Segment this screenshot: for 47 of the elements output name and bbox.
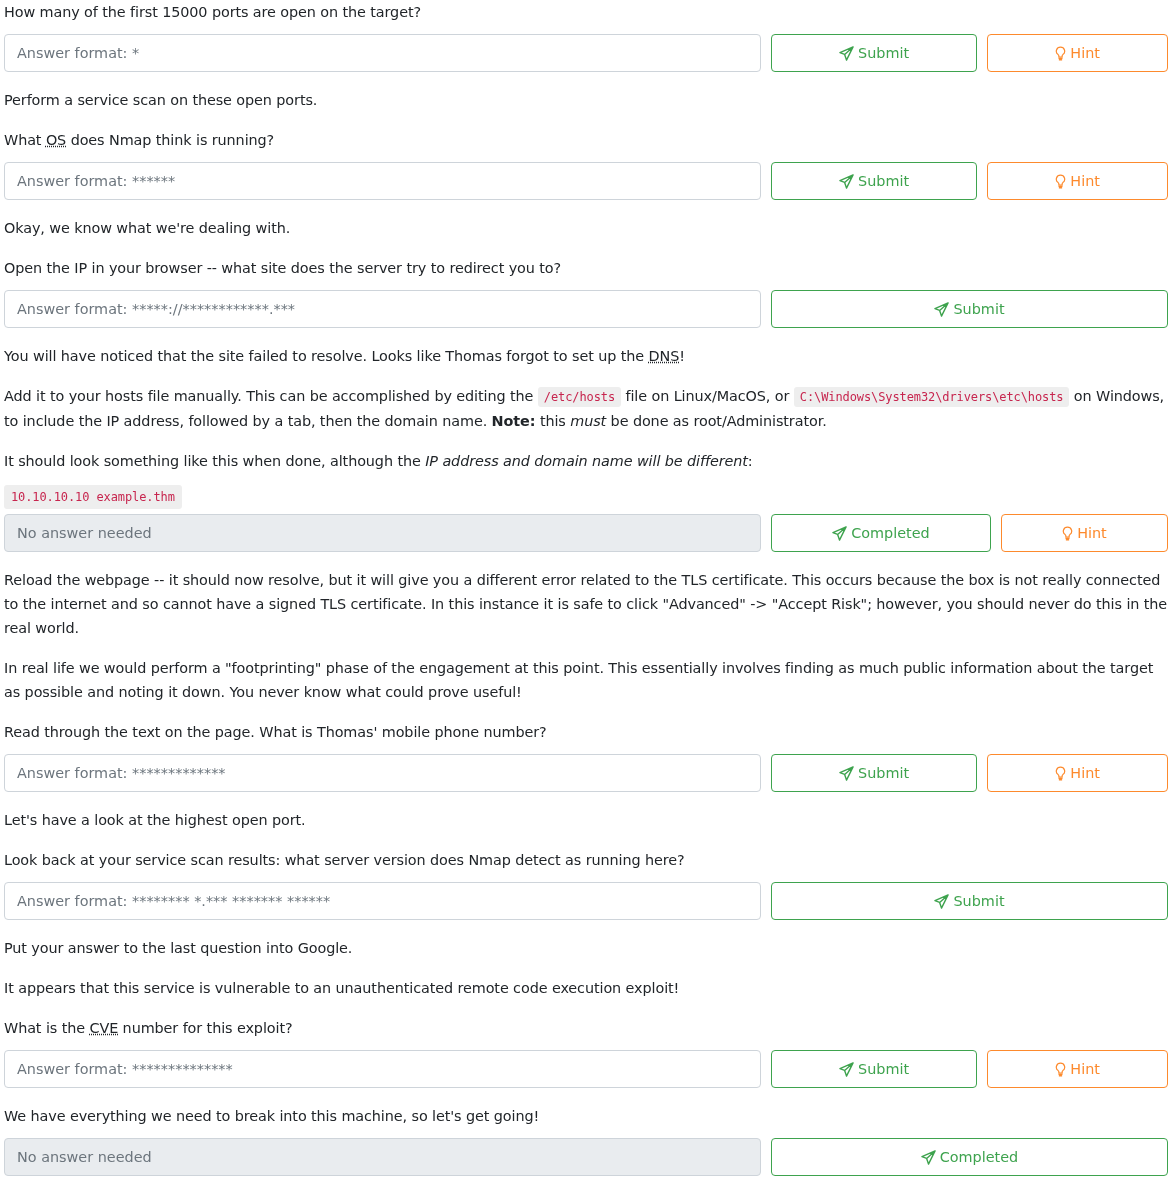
answer-field[interactable]: Answer format: *****://************.*** (4, 290, 761, 328)
code-snippet: 10.10.10.10 example.thm (4, 485, 182, 509)
question-text: Read through the text on the page. What is Thomas' mobile phone number? (4, 723, 548, 742)
submit-button[interactable]: Submit (771, 290, 1168, 328)
question-text: In real life we would perform a "footprinting" phase of the engagement at this point. This essentially involves finding as much public information about the target as possible and noting it down. You never know what could prove useful! (4, 659, 1155, 702)
submit-button[interactable]: Submit (771, 1050, 978, 1088)
submit-button[interactable]: Submit (771, 162, 978, 200)
question-text: You will have noticed that the site failed to resolve. Looks like Thomas forgot to set up the DNS! (4, 347, 686, 366)
question-text: How many of the first 15000 ports are open on the target? (4, 3, 422, 22)
question-text: It appears that this service is vulnerable to an unauthenticated remote code execution exploit! (4, 979, 681, 998)
paper-plane-icon (839, 173, 855, 189)
paper-plane-icon (839, 765, 855, 781)
answer-field[interactable]: Answer format: ******** *.*** ******* ****** (4, 882, 761, 920)
question-text: What is the CVE number for this exploit? (4, 1019, 294, 1038)
question-text: Okay, we know what we're dealing with. (4, 219, 292, 238)
question-text: It should look something like this when done, although the IP address and domain name will be different: (4, 452, 754, 471)
paper-plane-icon (934, 301, 950, 317)
question-text: Reload the webpage -- it should now resolve, but it will give you a different error related to the TLS certificate. This occurs because the box is not really connected to the internet and so cannot have a signed TLS certificate. In this instance it is safe to click "Advanced" -> "Accept Risk"; however, you should never do this in the real world. (4, 571, 1168, 638)
question-text: We have everything we need to break into this machine, so let's get going! (4, 1107, 541, 1126)
lightbulb-icon (1062, 525, 1074, 541)
paper-plane-icon (920, 1149, 936, 1165)
answer-field[interactable]: Answer format: ************** (4, 1050, 761, 1088)
hint-button[interactable]: Hint (987, 1050, 1168, 1088)
paper-plane-icon (839, 1061, 855, 1077)
answer-field[interactable]: Answer format: * (4, 34, 761, 72)
question-text: Add it to your hosts file manually. This can be accomplished by editing the /etc/hosts file on Linux/MacOS, or C:\Windows\System32\drivers\etc\hosts on Windows, to include the IP address, followed by a tab, then the domain name. Note: this must be done as root/Administrator. (4, 386, 1166, 431)
question-text: Let's have a look at the highest open port. (4, 811, 307, 830)
question-text: Put your answer to the last question into Google. (4, 939, 354, 958)
submit-button[interactable]: Submit (771, 882, 1168, 920)
submit-button[interactable]: Submit (771, 754, 978, 792)
paper-plane-icon (839, 45, 855, 61)
lightbulb-icon (1055, 765, 1067, 781)
lightbulb-icon (1055, 1061, 1067, 1077)
question-text: What OS does Nmap think is running? (4, 131, 276, 150)
hint-button[interactable]: Hint (987, 754, 1168, 792)
question-text: Look back at your service scan results: what server version does Nmap detect as running here? (4, 851, 686, 870)
hint-button[interactable]: Hint (987, 162, 1168, 200)
lightbulb-icon (1055, 45, 1067, 61)
question-text: Perform a service scan on these open ports. (4, 91, 319, 110)
answer-field[interactable]: Answer format: ****** (4, 162, 761, 200)
submit-button[interactable]: Submit (771, 34, 978, 72)
hint-button[interactable]: Hint (987, 34, 1168, 72)
paper-plane-icon (832, 525, 848, 541)
paper-plane-icon (934, 893, 950, 909)
lightbulb-icon (1055, 173, 1067, 189)
answer-field[interactable]: Answer format: ************* (4, 754, 761, 792)
question-text: Open the IP in your browser -- what site does the server try to redirect you to? (4, 259, 563, 278)
